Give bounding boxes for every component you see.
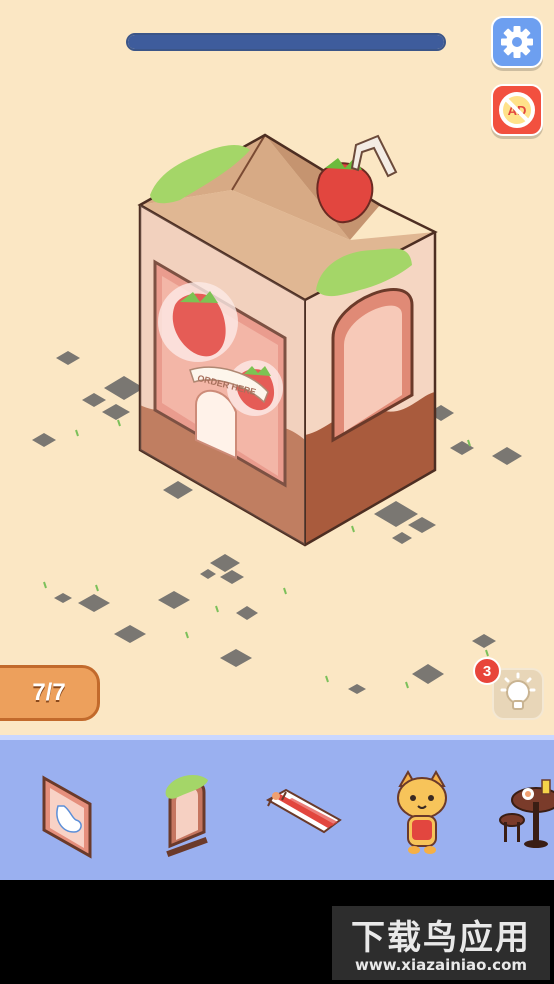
watermark-title: 下载鸟应用 (351, 918, 531, 958)
game-stage: ORDER HERE AD (0, 0, 554, 735)
no-ads-icon: AD (499, 92, 535, 128)
tray-item-cafe-table[interactable] (494, 770, 554, 860)
tray-item-awning[interactable] (262, 770, 342, 860)
level-progress-fill (128, 35, 444, 49)
watermark-url: www.xiazainiao.com (354, 956, 528, 974)
hint-count-badge: 3 (473, 657, 501, 685)
window-panel-icon (42, 775, 92, 859)
site-watermark: 下载鸟应用 www.xiazainiao.com (332, 906, 550, 980)
no-ads-button[interactable]: AD (491, 84, 543, 136)
item-tray (0, 735, 554, 880)
gear-icon (501, 26, 533, 58)
strawberry-carton-shop: ORDER HERE (137, 133, 438, 547)
lightbulb-icon (500, 672, 536, 710)
isometric-scene: ORDER HERE (32, 133, 522, 694)
cat-icon (397, 769, 447, 854)
awning-icon (265, 788, 342, 834)
arched-door-icon (165, 775, 208, 858)
level-counter: 7/7 (0, 665, 100, 721)
strawberry-icon (316, 157, 374, 224)
settings-button[interactable] (491, 16, 543, 68)
level-progress-bar (126, 33, 446, 51)
tray-item-arched-door[interactable] (148, 770, 228, 860)
tray-item-window-panel[interactable] (28, 770, 108, 860)
cafe-table-icon (499, 779, 554, 848)
tray-item-cat-character[interactable] (382, 769, 462, 860)
